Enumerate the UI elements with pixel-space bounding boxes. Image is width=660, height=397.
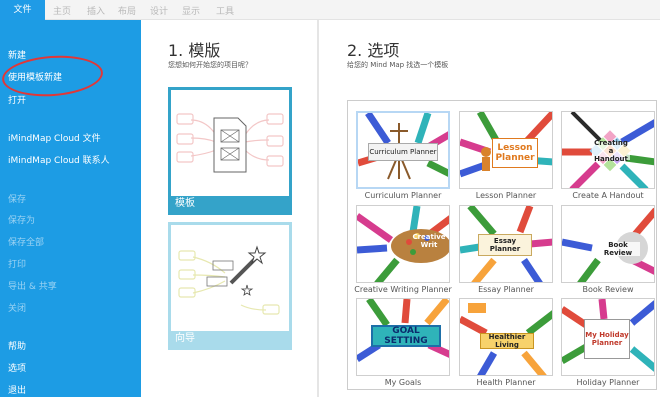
wizard-card-label: 向导 <box>171 331 289 347</box>
section2-title: 2. 选项 <box>347 41 400 60</box>
ribbon-bar: 文件 主页 插入 布局 设计 显示 工具 <box>0 0 660 20</box>
option-caption: Essay Planner <box>478 285 534 294</box>
thumb-label: My Holiday Planner <box>584 319 630 359</box>
thumb-label: Essay Planner <box>478 234 532 256</box>
menu-help[interactable]: 帮助 <box>8 339 26 352</box>
thumb-label: Creative Writ <box>412 233 446 249</box>
menu-exit[interactable]: 退出 <box>8 383 26 396</box>
menu-print[interactable]: 打印 <box>8 257 26 270</box>
menu-options[interactable]: 选项 <box>8 361 26 374</box>
tab-tools[interactable]: 工具 <box>216 4 234 17</box>
option-caption: Book Review <box>582 285 634 294</box>
tab-file[interactable]: 文件 <box>0 0 45 20</box>
tab-layout[interactable]: 布局 <box>118 4 136 17</box>
tab-design[interactable]: 设计 <box>150 4 168 17</box>
section1-title: 1. 模版 <box>168 41 221 60</box>
menu-new[interactable]: 新建 <box>8 48 26 61</box>
tab-view[interactable]: 显示 <box>182 4 200 17</box>
template-card[interactable]: 模板 <box>168 87 292 215</box>
wizard-card[interactable]: 向导 <box>168 222 292 350</box>
option-caption: Curriculum Planner <box>364 191 442 200</box>
tab-insert[interactable]: 插入 <box>87 4 105 17</box>
template-card-label: 模板 <box>171 196 289 212</box>
template-doc-icon <box>176 113 284 173</box>
section2-subtitle: 给您的 Mind Map 找选一个模板 <box>347 61 449 69</box>
magic-wand-icon <box>178 245 280 315</box>
thumb-label: Book Review <box>596 241 640 257</box>
menu-export-share[interactable]: 导出 & 共享 <box>8 279 57 292</box>
menu-save-all[interactable]: 保存全部 <box>8 235 44 248</box>
option-caption: Creative Writing Planner <box>354 285 452 294</box>
thumb-label: Healthier Living <box>480 333 534 349</box>
section-divider <box>317 20 319 397</box>
option-caption: Create A Handout <box>572 191 644 200</box>
menu-save[interactable]: 保存 <box>8 192 26 205</box>
thumb-label: Creating a Handout <box>592 139 630 163</box>
thumb-label: Curriculum Planner <box>368 143 438 161</box>
menu-cloud-contacts[interactable]: iMindMap Cloud 联系人 <box>8 153 110 166</box>
tab-home[interactable]: 主页 <box>53 4 71 17</box>
option-caption: My Goals <box>384 378 422 387</box>
menu-open[interactable]: 打开 <box>8 93 26 106</box>
menu-cloud-files[interactable]: iMindMap Cloud 文件 <box>8 131 101 144</box>
section1-subtitle: 您想如何开始您的项目呢？ <box>168 61 252 69</box>
option-caption: Holiday Planner <box>576 378 640 387</box>
thumb-label: Lesson Planner <box>492 138 538 168</box>
thumb-label: GOAL SETTING <box>371 325 441 347</box>
menu-save-as[interactable]: 保存为 <box>8 213 35 226</box>
menu-close[interactable]: 关闭 <box>8 301 26 314</box>
option-caption: Lesson Planner <box>475 191 537 200</box>
option-caption: Health Planner <box>476 378 536 387</box>
